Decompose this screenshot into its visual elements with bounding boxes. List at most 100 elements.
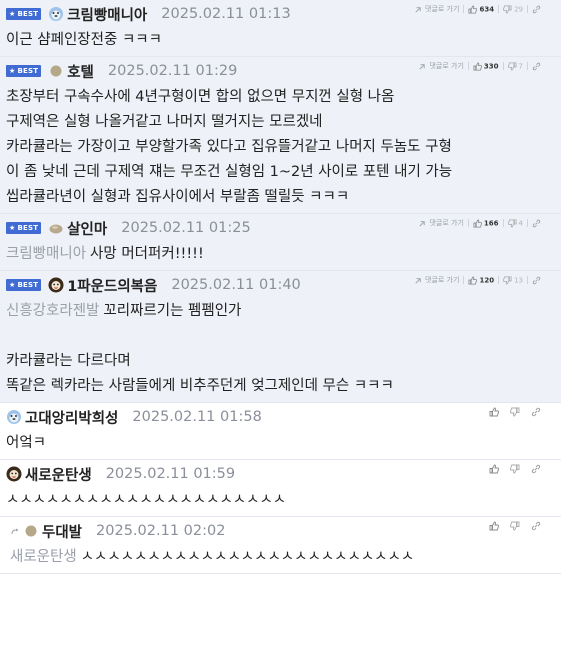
comment-tools: 댓글로 가기 120 13: [413, 273, 543, 287]
comment-line: 씹라큘라년이 실형과 집유사이에서 부랄좀 떨릴듯 ㅋㅋㅋ: [6, 185, 553, 210]
best-badge: ★ BEST: [6, 8, 42, 20]
best-comment: ★ BEST 1파운드의복음 2025.02.11 01:40 댓글로 가기 120 13 신…: [0, 271, 561, 403]
like-button[interactable]: 330: [473, 61, 499, 71]
comment-tools: 댓글로 가기 166 4: [417, 216, 543, 230]
divider: [467, 62, 469, 70]
comment-text: 초장부터 구속수사에 4년구형이면 합의 없으면 무지껀 실형 나옴: [6, 89, 395, 105]
comment-body: 신흥강호라젠발 꼬리짜르기는 펨펨인가카라큘라는 다르다며똑같은 렉카라는 사람들…: [6, 299, 553, 402]
go-to-reply-label: 댓글로 가기: [429, 62, 464, 70]
reply-arrow-icon: [417, 219, 426, 228]
author-name[interactable]: 고대앙리박희성: [25, 407, 118, 428]
comment-body: 크림빵매니아 사망 머더퍼커!!!!!: [6, 242, 553, 270]
divider: [463, 5, 465, 13]
link-icon[interactable]: [532, 5, 541, 14]
comment-tools: [489, 521, 541, 531]
lion-icon: [48, 277, 64, 293]
comment-body: 어엌ㅋ: [6, 431, 553, 459]
author-name[interactable]: 호텔: [67, 61, 94, 82]
thumbs-down-icon[interactable]: [510, 464, 520, 474]
dislike-button[interactable]: 4: [507, 218, 523, 228]
comment-text: 이 좀 낮네 근데 구제역 쟤는 무조건 실형임 1~2년 사이로 포텐 내기 …: [6, 164, 453, 180]
dislike-button[interactable]: 13: [503, 275, 523, 285]
divider: [527, 5, 528, 13]
comment-date: 2025.02.11 01:59: [105, 466, 236, 482]
go-to-reply-label: 댓글로 가기: [425, 276, 460, 284]
author-name[interactable]: 두대발: [42, 521, 82, 542]
comment-body: 이근 샴페인장전중 ㅋㅋㅋ: [6, 28, 553, 56]
dislike-button[interactable]: 7: [507, 61, 523, 71]
thumbs-down-icon[interactable]: [510, 521, 520, 531]
go-to-reply-link[interactable]: 댓글로 가기: [413, 4, 459, 14]
thumbs-down-icon: [507, 218, 517, 228]
thumbs-up-icon: [468, 275, 478, 285]
comment-body: 초장부터 구속수사에 4년구형이면 합의 없으면 무지껀 실형 나옴구제역은 실…: [6, 85, 553, 213]
comment-date: 2025.02.11 01:58: [132, 409, 262, 425]
star-icon: ★: [9, 224, 16, 232]
best-badge-label: BEST: [17, 281, 39, 289]
dislike-count: 4: [518, 219, 523, 227]
comment-text: 구제역은 실형 나올거같고 나머지 떨거지는 모르겠네: [6, 114, 323, 130]
like-count: 166: [483, 219, 499, 227]
comment-text: ㅅㅅㅅㅅㅅㅅㅅㅅㅅㅅㅅㅅㅅㅅㅅㅅㅅㅅㅅㅅㅅ: [6, 492, 287, 508]
comment-line: 구제역은 실형 나올거같고 나머지 떨거지는 모르겠네: [6, 110, 553, 135]
best-badge: ★ BEST: [6, 279, 42, 291]
thumbs-up-icon[interactable]: [489, 407, 499, 417]
go-to-reply-link[interactable]: 댓글로 가기: [413, 275, 459, 285]
thumbs-up-icon[interactable]: [489, 521, 499, 531]
divider: [498, 5, 500, 13]
reply-arrow-icon: [413, 5, 422, 14]
comment-tools: 댓글로 가기 330 7: [417, 59, 543, 73]
mention-username[interactable]: 신흥강호라젠발: [6, 303, 99, 319]
best-badge-label: BEST: [17, 10, 39, 18]
like-button[interactable]: 634: [468, 4, 495, 14]
divider: [527, 276, 528, 284]
best-badge: ★ BEST: [6, 65, 42, 77]
comment-line: 카라큘라는 가장이고 부양할가족 있다고 집유뜰거같고 나머지 두놈도 구형: [6, 135, 553, 160]
comment-body: 새로운탄생 ㅅㅅㅅㅅㅅㅅㅅㅅㅅㅅㅅㅅㅅㅅㅅㅅㅅㅅㅅㅅㅅㅅㅅㅅㅅ: [10, 545, 553, 573]
author-name[interactable]: 살인마: [67, 218, 107, 239]
comment-text: 카라큘라는 다르다며: [6, 353, 131, 369]
reply-arrow-icon: [413, 276, 422, 285]
thumbs-down-icon[interactable]: [510, 407, 520, 417]
comment-header: ★ BEST 크림빵매니아 2025.02.11 01:13 댓글로 가기 634 29: [6, 0, 553, 28]
comment-line: [6, 324, 553, 349]
go-to-reply-label: 댓글로 가기: [425, 5, 460, 13]
best-comment: ★ BEST 호텔 2025.02.11 01:29 댓글로 가기 330 7 초장부터 구속…: [0, 57, 561, 214]
like-count: 330: [483, 62, 499, 70]
comment-line: 카라큘라는 다르다며: [6, 349, 553, 374]
comment-text: 이근 샴페인장전중 ㅋㅋㅋ: [6, 32, 162, 48]
best-badge: ★ BEST: [6, 222, 42, 234]
comment-line: 똑같은 렉카라는 사람들에게 비추주던게 엊그제인데 무슨 ㅋㅋㅋ: [6, 374, 553, 399]
comment-text: 씹라큘라년이 실형과 집유사이에서 부랄좀 떨릴듯 ㅋㅋㅋ: [6, 189, 350, 205]
link-icon[interactable]: [531, 521, 541, 531]
link-icon[interactable]: [531, 464, 541, 474]
reply-arrow-icon: [417, 62, 426, 71]
comment-line: 이근 샴페인장전중 ㅋㅋㅋ: [6, 28, 553, 53]
thumbs-up-icon[interactable]: [489, 464, 499, 474]
mention-username[interactable]: 새로운탄생: [10, 549, 77, 565]
star-icon: ★: [9, 281, 16, 289]
dislike-button[interactable]: 29: [503, 4, 523, 14]
author-name[interactable]: 크림빵매니아: [67, 4, 147, 25]
link-icon[interactable]: [532, 219, 541, 228]
author-name[interactable]: 1파운드의복음: [67, 275, 157, 296]
comment-date: 2025.02.11 01:29: [107, 63, 238, 79]
bear-face-icon: [6, 409, 22, 425]
like-count: 634: [479, 5, 495, 13]
comment-body: ㅅㅅㅅㅅㅅㅅㅅㅅㅅㅅㅅㅅㅅㅅㅅㅅㅅㅅㅅㅅㅅ: [6, 488, 553, 516]
link-icon[interactable]: [532, 276, 541, 285]
divider: [502, 62, 504, 70]
go-to-reply-link[interactable]: 댓글로 가기: [417, 61, 464, 71]
like-count: 120: [479, 276, 495, 284]
go-to-reply-link[interactable]: 댓글로 가기: [417, 218, 464, 228]
link-icon[interactable]: [531, 407, 541, 417]
comment-line: 신흥강호라젠발 꼬리짜르기는 펨펨인가: [6, 299, 553, 324]
link-icon[interactable]: [532, 62, 541, 71]
comment-tools: [489, 464, 541, 474]
thumbs-up-icon: [473, 61, 482, 71]
mention-username[interactable]: 크림빵매니아: [6, 246, 86, 262]
like-button[interactable]: 166: [473, 218, 499, 228]
author-name[interactable]: 새로운탄생: [25, 464, 92, 485]
like-button[interactable]: 120: [468, 275, 495, 285]
star-icon: ★: [9, 10, 16, 18]
